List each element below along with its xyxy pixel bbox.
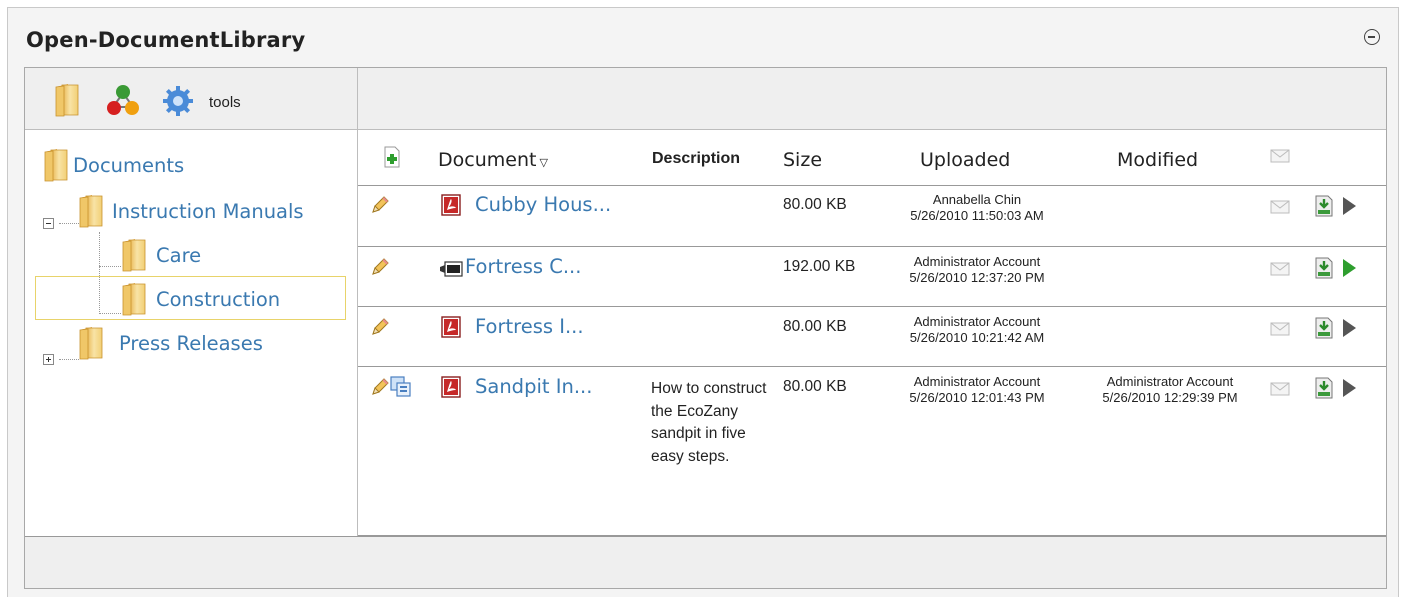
email-all-icon[interactable] xyxy=(1270,148,1290,164)
edit-pencil-icon[interactable] xyxy=(370,195,390,215)
uploaded-info: Administrator Account 5/26/2010 10:21:42… xyxy=(877,314,1077,346)
tree-connector xyxy=(99,313,121,314)
modified-by: Administrator Account xyxy=(1106,374,1234,389)
email-icon[interactable] xyxy=(1270,261,1290,277)
download-icon[interactable] xyxy=(1313,194,1335,218)
file-size: 80.00 KB xyxy=(783,318,847,335)
module-header: Open-DocumentLibrary xyxy=(8,8,1398,64)
collapse-icon[interactable] xyxy=(1364,29,1380,45)
folder-icon[interactable] xyxy=(54,83,80,117)
document-column-header[interactable]: Document ▽ xyxy=(438,149,548,171)
pdf-icon xyxy=(441,316,461,338)
tools-menu-label[interactable]: tools xyxy=(209,94,241,111)
library-frame: tools Documents Instruction Manuals Care… xyxy=(24,67,1387,589)
document-header-label: Document xyxy=(438,149,537,171)
table-row: Cubby Hous... 80.00 KB Annabella Chin 5/… xyxy=(358,186,1386,247)
document-link[interactable]: Sandpit In... xyxy=(475,375,592,398)
tree-item-construction[interactable]: Construction xyxy=(121,282,280,316)
modified-at: 5/26/2010 12:29:39 PM xyxy=(1102,390,1238,405)
play-icon[interactable] xyxy=(1341,258,1357,278)
email-icon[interactable] xyxy=(1270,199,1290,215)
toolbar: tools xyxy=(25,68,358,130)
folder-icon xyxy=(121,282,147,316)
description-column-header: Description xyxy=(652,150,741,167)
sort-desc-icon: ▽ xyxy=(539,156,548,169)
share-nodes-icon[interactable] xyxy=(105,83,141,117)
tree-item-label: Documents xyxy=(73,153,185,177)
tree-item-label: Instruction Manuals xyxy=(112,199,304,223)
tree-item-label: Care xyxy=(156,243,202,267)
tree-connector xyxy=(99,232,100,314)
grid-header: Document ▽ Description Size Uploaded Modi… xyxy=(358,130,1386,186)
uploaded-at: 5/26/2010 11:50:03 AM xyxy=(910,208,1044,223)
play-icon[interactable] xyxy=(1341,196,1357,216)
tree-item-label: Press Releases xyxy=(119,331,263,355)
pdf-icon xyxy=(441,376,461,398)
file-size: 192.00 KB xyxy=(783,258,856,275)
uploaded-by: Administrator Account xyxy=(913,314,1041,329)
uploaded-info: Administrator Account 5/26/2010 12:37:20… xyxy=(877,254,1077,286)
modified-info: Administrator Account 5/26/2010 12:29:39… xyxy=(1075,374,1265,406)
tree-item-press-releases[interactable]: Press Releases xyxy=(78,326,263,360)
download-icon[interactable] xyxy=(1313,256,1335,280)
file-size: 80.00 KB xyxy=(783,196,847,213)
document-link[interactable]: Cubby Hous... xyxy=(475,193,611,216)
uploaded-column-header: Uploaded xyxy=(920,149,1011,171)
uploaded-at: 5/26/2010 10:21:42 AM xyxy=(909,330,1045,345)
document-description: How to construct the EcoZany sandpit in … xyxy=(651,380,767,465)
document-grid: Document ▽ Description Size Uploaded Modi… xyxy=(358,130,1386,536)
uploaded-by: Administrator Account xyxy=(913,254,1041,269)
pdf-icon xyxy=(441,194,461,216)
modified-column-header: Modified xyxy=(1117,149,1199,171)
tree-connector xyxy=(99,266,121,267)
tree-item-instruction-manuals[interactable]: Instruction Manuals xyxy=(78,194,304,228)
folder-tree: Documents Instruction Manuals Care Const… xyxy=(25,130,358,536)
toolbar-right xyxy=(358,68,1386,130)
tree-connector xyxy=(59,223,79,224)
folder-icon xyxy=(43,148,69,182)
expand-tree-node-icon[interactable] xyxy=(43,354,54,365)
wmv-icon xyxy=(440,261,463,277)
folder-icon xyxy=(121,238,147,272)
uploaded-info: Annabella Chin 5/26/2010 11:50:03 AM xyxy=(877,192,1077,224)
document-link[interactable]: Fortress I... xyxy=(475,315,584,338)
play-icon[interactable] xyxy=(1341,318,1357,338)
edit-pencil-icon[interactable] xyxy=(370,317,390,337)
table-row: Fortress I... 80.00 KB Administrator Acc… xyxy=(358,307,1386,367)
uploaded-info: Administrator Account 5/26/2010 12:01:43… xyxy=(877,374,1077,406)
uploaded-at: 5/26/2010 12:01:43 PM xyxy=(909,390,1045,405)
download-icon[interactable] xyxy=(1313,316,1335,340)
uploaded-by: Administrator Account xyxy=(913,374,1041,389)
file-size: 80.00 KB xyxy=(783,378,847,395)
email-icon[interactable] xyxy=(1270,321,1290,337)
footer-bar xyxy=(25,536,1386,588)
folder-icon xyxy=(78,194,104,228)
table-row: Fortress C... 192.00 KB Administrator Ac… xyxy=(358,247,1386,307)
add-document-icon[interactable] xyxy=(383,146,401,168)
module-title: Open-DocumentLibrary xyxy=(26,28,306,52)
tree-item-care[interactable]: Care xyxy=(121,238,201,272)
download-icon[interactable] xyxy=(1313,376,1335,400)
edit-pencil-icon[interactable] xyxy=(370,257,390,277)
document-library-module: Open-DocumentLibrary tools Documents Ins… xyxy=(7,7,1399,597)
gear-icon[interactable] xyxy=(163,86,193,116)
tree-item-label: Construction xyxy=(156,287,281,311)
versions-icon[interactable] xyxy=(390,376,412,398)
document-link[interactable]: Fortress C... xyxy=(465,255,581,278)
uploaded-by: Annabella Chin xyxy=(932,192,1022,207)
edit-pencil-icon[interactable] xyxy=(370,377,390,397)
collapse-tree-node-icon[interactable] xyxy=(43,218,54,229)
uploaded-at: 5/26/2010 12:37:20 PM xyxy=(909,270,1045,285)
email-icon[interactable] xyxy=(1270,381,1290,397)
table-row: Sandpit In... How to construct the EcoZa… xyxy=(358,367,1386,536)
tree-item-documents[interactable]: Documents xyxy=(43,148,184,182)
folder-icon xyxy=(78,326,104,360)
size-column-header: Size xyxy=(783,149,823,171)
play-icon[interactable] xyxy=(1341,378,1357,398)
tree-connector xyxy=(59,359,79,360)
